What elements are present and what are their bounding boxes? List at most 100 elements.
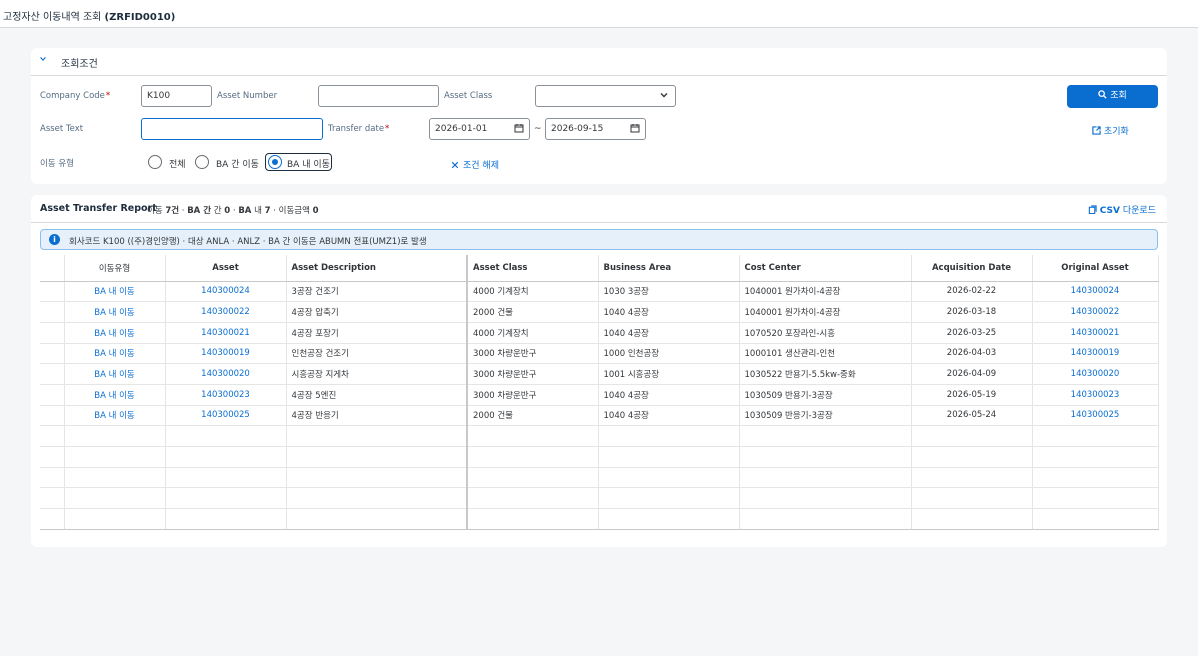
- table-cell[interactable]: 140300021: [165, 322, 287, 344]
- table-row[interactable]: BA 내 이동 140300023 4공장 5엔진 3000 차량운반구 1040 4공…: [40, 384, 1159, 406]
- column-header[interactable]: Original Asset: [1032, 255, 1159, 282]
- empty-cell: [286, 425, 468, 447]
- row-selector[interactable]: [40, 343, 65, 365]
- table-cell[interactable]: 140300024: [165, 281, 287, 303]
- table-cell[interactable]: BA 내 이동: [64, 301, 166, 323]
- filter-header[interactable]: 조회조건: [31, 48, 1167, 76]
- asset-text-label: Asset Text: [40, 124, 84, 134]
- table-row[interactable]: BA 내 이동 140300021 4공장 포장기 4000 기계장치 1040 4공장…: [40, 322, 1159, 344]
- table-cell[interactable]: BA 내 이동: [64, 384, 166, 406]
- table-row[interactable]: BA 내 이동 140300022 4공장 압축기 2000 건물 1040 4공장 10…: [40, 301, 1159, 323]
- table-cell[interactable]: BA 내 이동: [64, 281, 166, 303]
- table-cell: 2000 건물: [467, 301, 599, 323]
- empty-cell: [286, 508, 468, 530]
- csv-download-button[interactable]: CSV 다운로드: [1088, 203, 1156, 216]
- row-selector[interactable]: [40, 281, 65, 303]
- table-cell[interactable]: 140300023: [1032, 384, 1159, 406]
- row-selector[interactable]: [40, 405, 65, 427]
- column-header[interactable]: Acquisition Date: [911, 255, 1033, 282]
- report-title: Asset Transfer Report: [40, 203, 157, 214]
- radio-all[interactable]: [148, 155, 162, 169]
- table-cell[interactable]: 140300019: [1032, 343, 1159, 365]
- reset-icon: [1092, 126, 1101, 135]
- date-from-input[interactable]: 2026-01-01: [429, 118, 530, 140]
- empty-cell: [286, 487, 468, 510]
- row-selector-header: [40, 255, 65, 282]
- radio-all-label: 전체: [169, 160, 186, 170]
- table-row[interactable]: BA 내 이동 140300024 3공장 건조기 4000 기계장치 1030 3공장…: [40, 281, 1159, 303]
- column-header[interactable]: Business Area: [598, 255, 740, 282]
- radio-within-ba[interactable]: [268, 155, 282, 169]
- chevron-down-icon: [660, 93, 668, 98]
- date-to-input[interactable]: 2026-09-15: [545, 118, 646, 140]
- table-cell[interactable]: 140300023: [165, 384, 287, 406]
- empty-cell: [598, 425, 740, 447]
- table-cell[interactable]: 140300019: [165, 343, 287, 365]
- empty-cell: [739, 467, 912, 489]
- empty-cell: [64, 467, 166, 489]
- row-selector[interactable]: [40, 384, 65, 406]
- row-selector[interactable]: [40, 301, 65, 323]
- calendar-icon[interactable]: [630, 123, 640, 133]
- table-cell[interactable]: 140300021: [1032, 322, 1159, 344]
- chevron-down-icon[interactable]: [39, 55, 47, 63]
- table-cell: 1030522 반용기-5.5kw-중화: [739, 363, 912, 385]
- table-cell[interactable]: 140300025: [1032, 405, 1159, 427]
- column-header[interactable]: Asset Class: [467, 255, 599, 282]
- table-cell: 4000 기계장치: [467, 322, 599, 344]
- column-header[interactable]: Asset Description: [286, 255, 468, 282]
- clear-conditions-button[interactable]: 조건 해제: [451, 158, 499, 171]
- table-row[interactable]: BA 내 이동 140300025 4공장 반응기 2000 건물 1040 4공장 10…: [40, 405, 1159, 427]
- report-panel: Asset Transfer Report 이동 7건 · BA 간 간 0 ·…: [31, 195, 1167, 547]
- table-cell: 1030509 반용기-3공장: [739, 384, 912, 406]
- empty-cell: [286, 467, 468, 489]
- table-cell: 4공장 5엔진: [286, 384, 468, 406]
- row-selector[interactable]: [40, 322, 65, 344]
- table-cell[interactable]: 140300025: [165, 405, 287, 427]
- table-cell: 1000 인천공장: [598, 343, 740, 365]
- asset-number-label: Asset Number: [217, 91, 278, 101]
- column-header[interactable]: 이동유형: [64, 255, 166, 282]
- asset-number-input[interactable]: [318, 85, 439, 107]
- table-header-row: 이동유형 Asset Asset Description Asset Class…: [40, 255, 1159, 282]
- table-cell[interactable]: BA 내 이동: [64, 405, 166, 427]
- calendar-icon[interactable]: [514, 123, 524, 133]
- table-cell: 1040 4공장: [598, 384, 740, 406]
- column-header[interactable]: Asset: [165, 255, 287, 282]
- row-selector[interactable]: [40, 363, 65, 385]
- table-cell[interactable]: 140300022: [165, 301, 287, 323]
- table-row[interactable]: BA 내 이동 140300019 인천공장 건조기 3000 차량운반구 1000 인…: [40, 343, 1159, 365]
- table-cell: 인천공장 건조기: [286, 343, 468, 365]
- search-button[interactable]: 조회: [1067, 85, 1158, 108]
- reset-button[interactable]: 초기화: [1092, 124, 1129, 137]
- radio-between-ba-label: BA 간 이동: [216, 160, 259, 170]
- table-cell[interactable]: BA 내 이동: [64, 322, 166, 344]
- table-cell[interactable]: 140300024: [1032, 281, 1159, 303]
- company-code-input[interactable]: K100: [141, 85, 212, 107]
- empty-cell: [911, 446, 1033, 468]
- table-row[interactable]: BA 내 이동 140300020 시흥공장 지게차 3000 차량운반구 1001 시…: [40, 363, 1159, 385]
- empty-cell: [911, 467, 1033, 489]
- empty-table-row: [40, 467, 1159, 489]
- table-cell: 2026-02-22: [911, 281, 1033, 303]
- empty-cell: [467, 508, 599, 530]
- table-cell[interactable]: 140300020: [1032, 363, 1159, 385]
- empty-cell: [911, 508, 1033, 530]
- info-message-strip: i 회사코드 K100 ((주)경인양행) · 대상 ANLA · ANLZ ·…: [40, 229, 1158, 250]
- table-cell: 1040001 원가차이-4공장: [739, 301, 912, 323]
- radio-between-ba[interactable]: [195, 155, 209, 169]
- asset-transfer-table: 이동유형 Asset Asset Description Asset Class…: [40, 255, 1159, 530]
- asset-text-input[interactable]: [141, 118, 323, 140]
- empty-cell: [286, 446, 468, 468]
- table-cell[interactable]: BA 내 이동: [64, 363, 166, 385]
- table-cell[interactable]: BA 내 이동: [64, 343, 166, 365]
- info-message-text: 회사코드 K100 ((주)경인양행) · 대상 ANLA · ANLZ · B…: [69, 237, 427, 247]
- empty-table-row: [40, 446, 1159, 468]
- table-cell[interactable]: 140300022: [1032, 301, 1159, 323]
- table-cell: 1070520 포장라인-시흥: [739, 322, 912, 344]
- empty-table-row: [40, 487, 1159, 510]
- table-cell[interactable]: 140300020: [165, 363, 287, 385]
- column-header[interactable]: Cost Center: [739, 255, 912, 282]
- asset-class-select[interactable]: [535, 85, 676, 107]
- table-cell: 2026-04-09: [911, 363, 1033, 385]
